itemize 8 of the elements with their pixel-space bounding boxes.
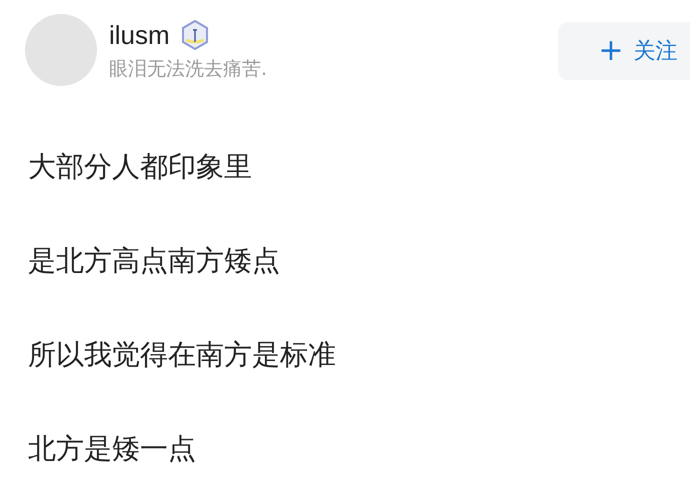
hexagon-badge-icon xyxy=(180,20,210,50)
follow-button[interactable]: + 关注 xyxy=(558,22,690,80)
post-text-line: 大部分人都印象里 xyxy=(28,149,253,185)
username[interactable]: ilusm xyxy=(109,19,170,51)
post-text-line: 是北方高点南方矮点 xyxy=(28,243,281,279)
post-text-line: 所以我觉得在南方是标准 xyxy=(28,337,337,373)
post-text-line: 北方是矮一点 xyxy=(28,431,197,467)
user-bio: 眼泪无法洗去痛苦. xyxy=(109,57,268,81)
